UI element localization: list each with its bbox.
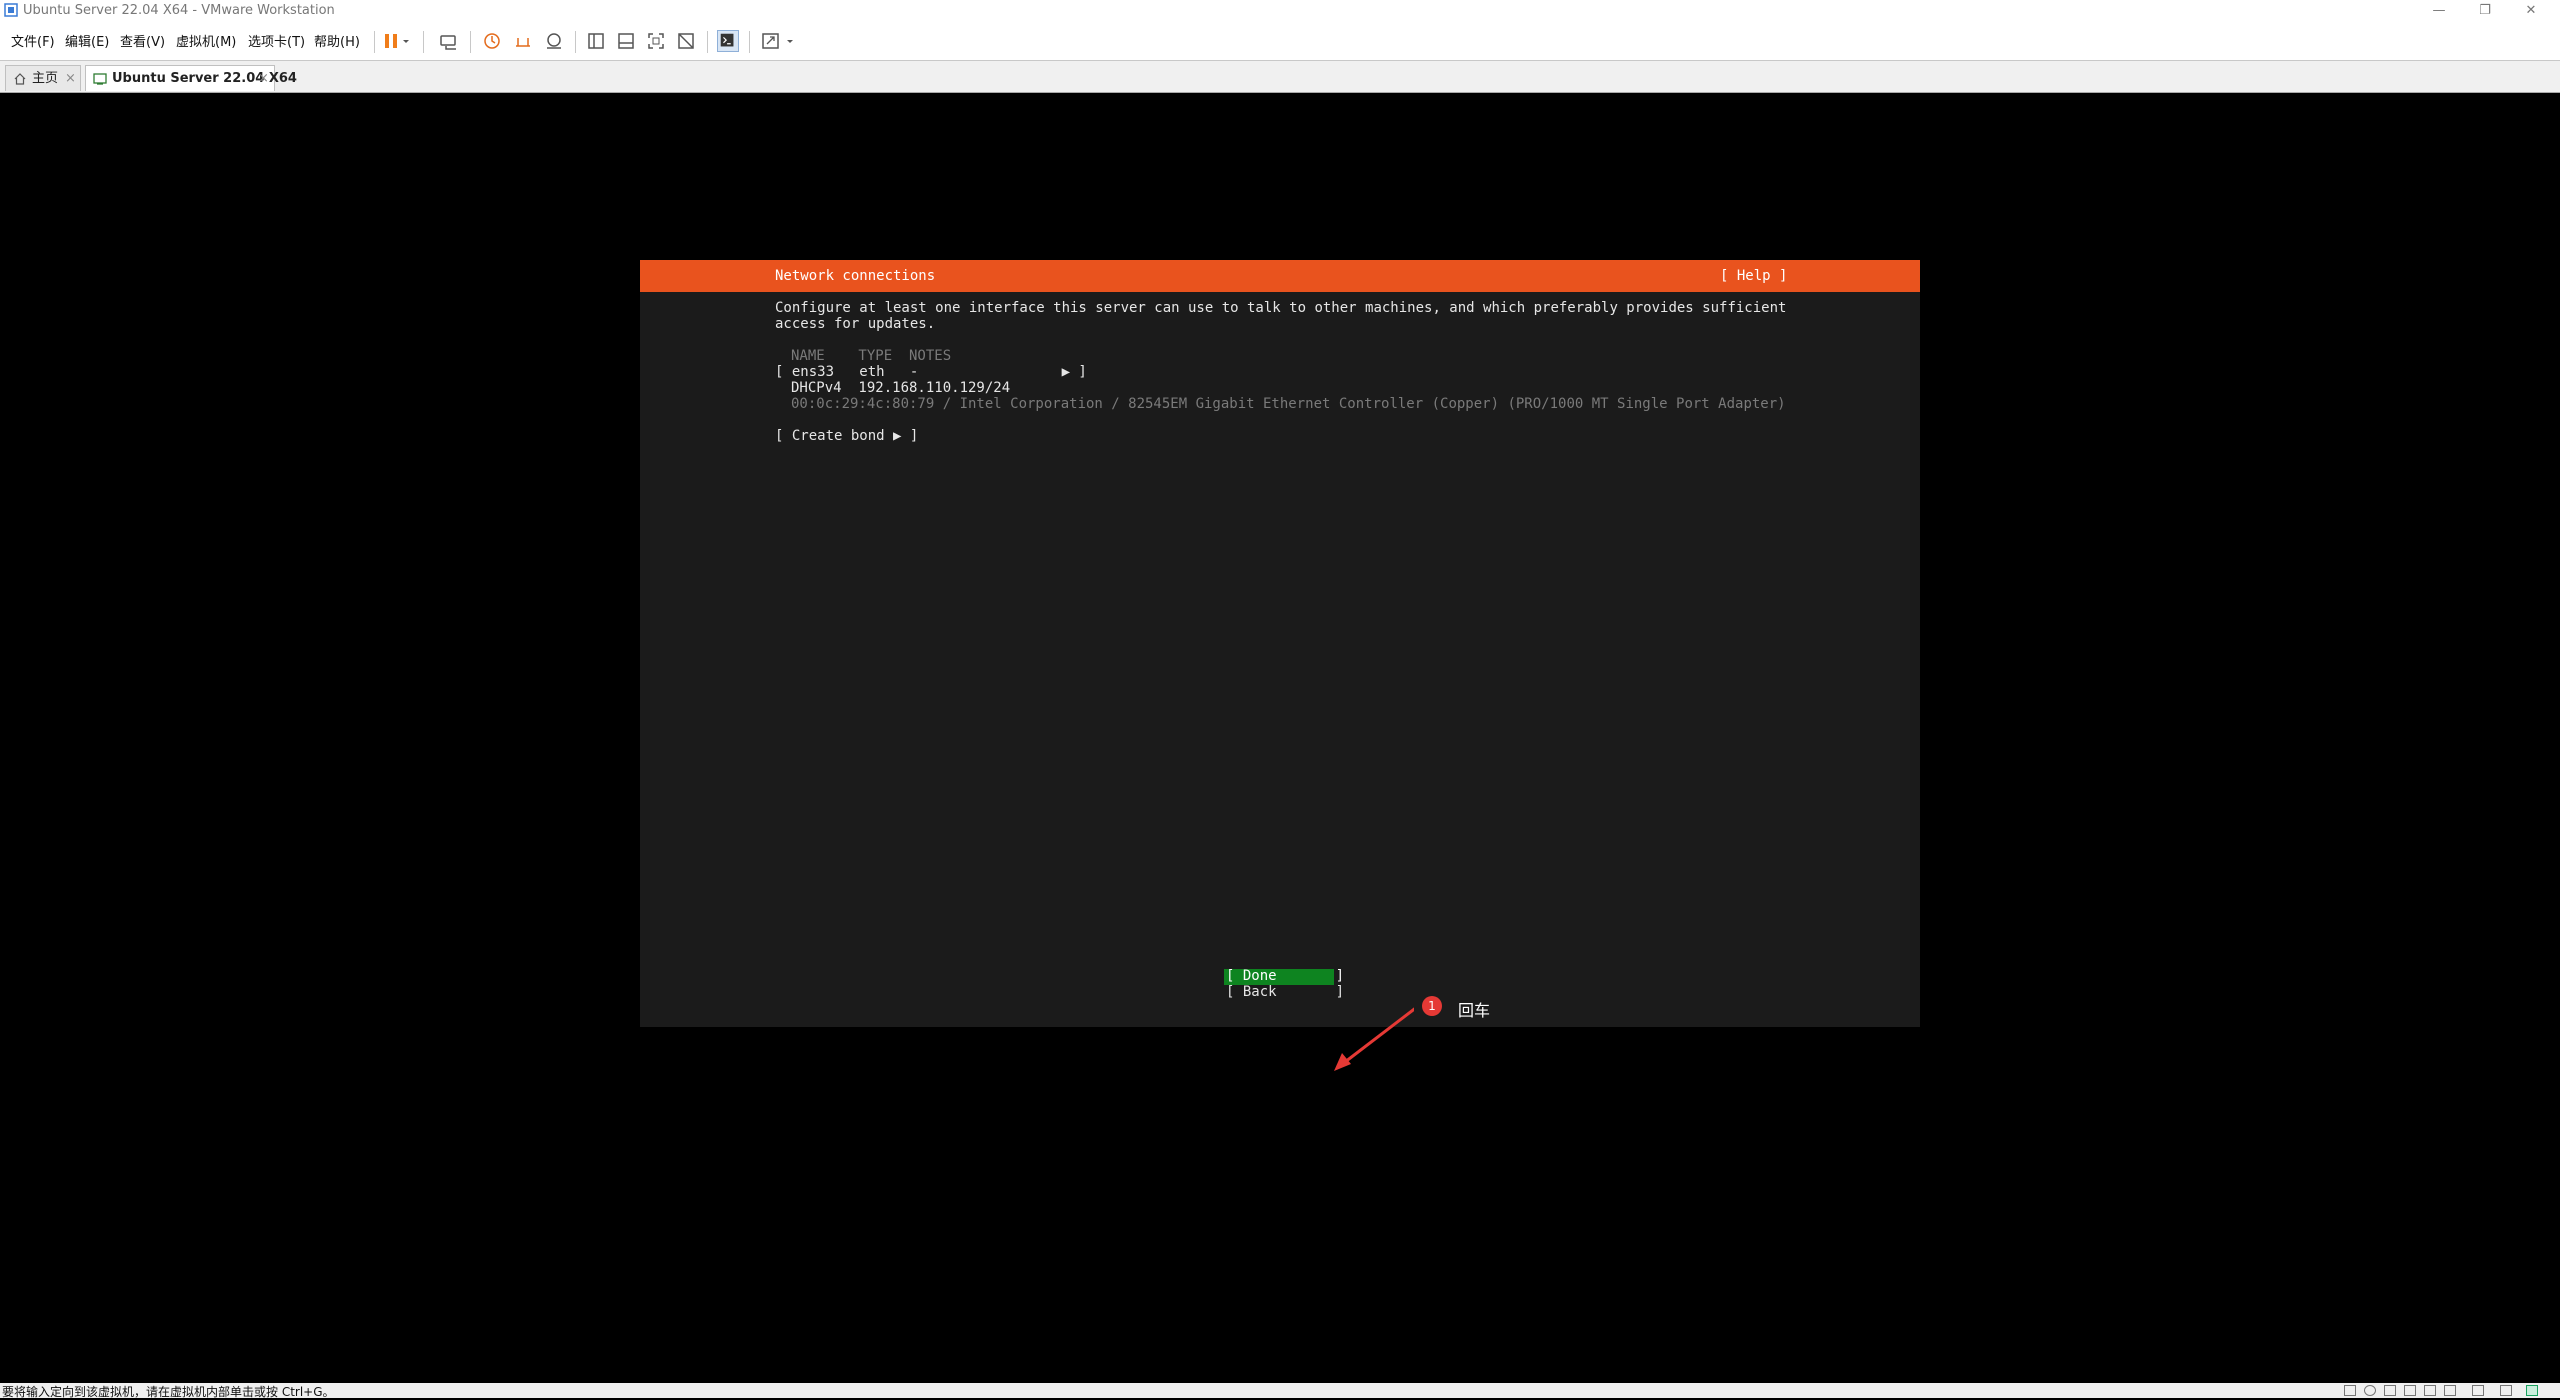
annotation-callout: 1 回车 xyxy=(1414,990,1518,1024)
message-log-icon[interactable] xyxy=(2526,1385,2538,1396)
network-adapter-icon[interactable] xyxy=(2384,1385,2396,1396)
annotation-label: 回车 xyxy=(1458,1001,1491,1020)
status-bar: 要将输入定向到该虚拟机，请在虚拟机内部单击或按 Ctrl+G。 xyxy=(0,1383,2560,1399)
status-message: 要将输入定向到该虚拟机，请在虚拟机内部单击或按 Ctrl+G。 xyxy=(2,1385,335,1399)
printer-icon[interactable] xyxy=(2404,1385,2416,1396)
annotation-arrow xyxy=(1334,1005,1418,1071)
sound-card-icon[interactable] xyxy=(2424,1385,2436,1396)
display-icon[interactable] xyxy=(2444,1385,2456,1396)
hard-disk-icon[interactable] xyxy=(2344,1385,2356,1396)
usb-device-icon[interactable] xyxy=(2472,1385,2484,1396)
usb-device-icon[interactable] xyxy=(2500,1385,2512,1396)
step-badge: 1 xyxy=(1422,996,1442,1016)
cd-dvd-icon[interactable] xyxy=(2364,1385,2376,1396)
